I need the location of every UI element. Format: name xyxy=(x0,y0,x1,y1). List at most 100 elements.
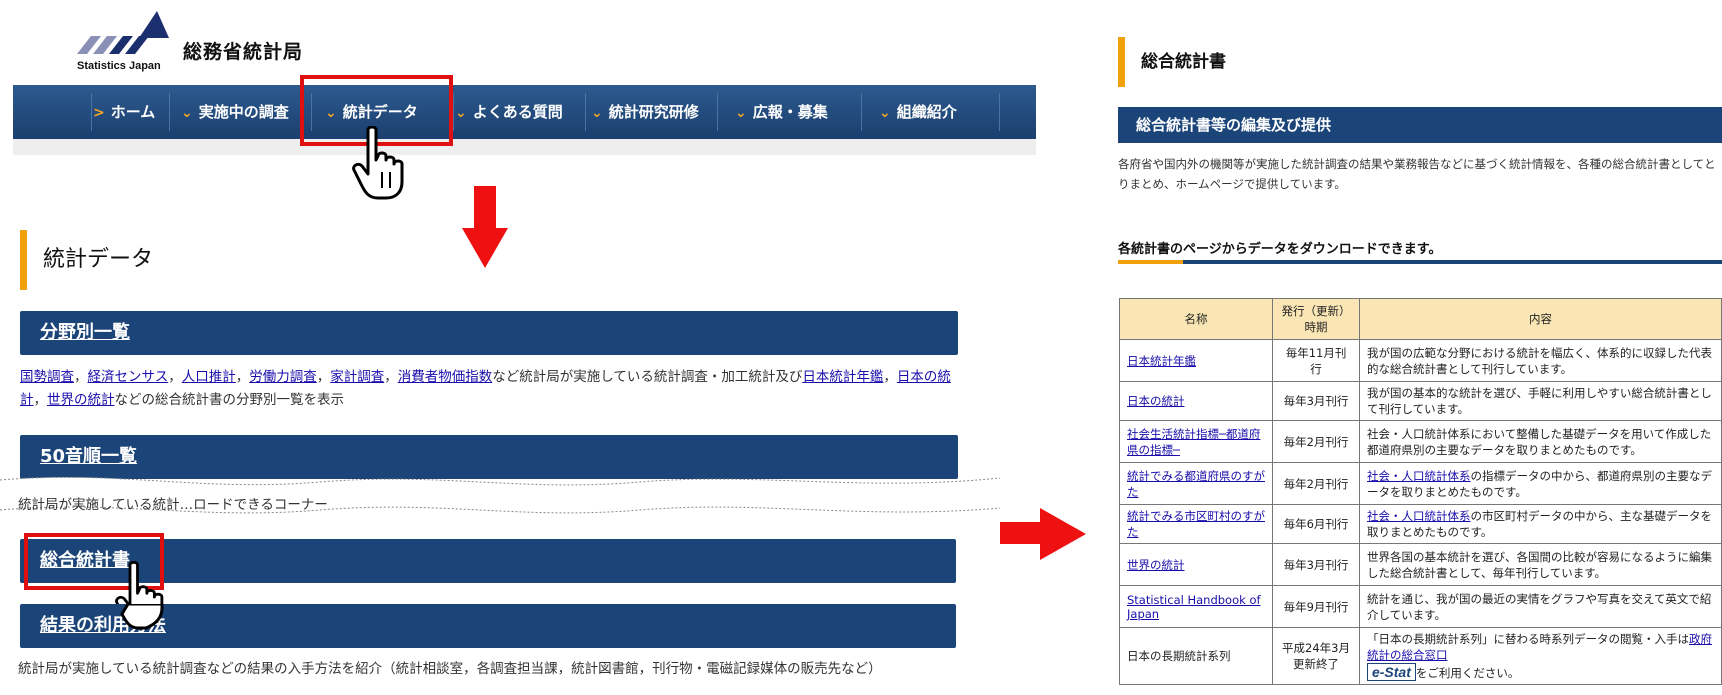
section-heading-by-field[interactable]: 分野別一覧 xyxy=(20,311,958,355)
table-cell-name: 統計でみる都道府県のすがた xyxy=(1118,462,1274,505)
link-family-income[interactable]: 家計調査 xyxy=(330,369,384,385)
chevron-right-icon: > xyxy=(93,105,105,121)
nav-divider xyxy=(717,93,718,131)
compendium-page-title: 総合統計書 xyxy=(1118,37,1226,87)
nav-label: 組織紹介 xyxy=(896,103,957,121)
chevron-down-icon: ⌄ xyxy=(735,105,747,121)
row-link[interactable]: 統計でみる都道府県のすがた xyxy=(1127,469,1265,499)
nav-label: ホーム xyxy=(110,103,156,121)
row-link[interactable]: 日本の統計 xyxy=(1127,394,1185,408)
section-desc-alphabetical: 統計局が実施している統計…ロードできるコーナー xyxy=(18,497,328,513)
chevron-down-icon: ⌄ xyxy=(181,105,193,121)
logo-mark-icon xyxy=(77,11,169,54)
nav-label: 広報・募集 xyxy=(752,103,828,121)
nav-item-faq[interactable]: ⌄ よくある質問 xyxy=(455,85,563,139)
table-cell-content: 我が国の広範な分野における統計を幅広く、体系的に収録した代表的な総合統計書として… xyxy=(1358,339,1722,382)
table-cell-freq: 毎年6月刊行 xyxy=(1272,504,1360,544)
col-header-content: 内容 xyxy=(1358,298,1722,340)
compendium-table: 名称 発行（更新）時期 内容 日本統計年鑑 毎年11月刊行 我が国の広範な分野に… xyxy=(1118,298,1722,685)
table-cell-name: 世界の統計 xyxy=(1118,543,1274,586)
nav-divider xyxy=(585,93,586,131)
hand-pointer-icon xyxy=(352,126,404,200)
nav-divider xyxy=(999,93,1000,131)
link-census[interactable]: 国勢調査 xyxy=(20,369,74,385)
main-nav: > ホーム ⌄ 実施中の調査 ⌄ 統計データ ⌄ よくある質問 ⌄ 統計研究研修 ⌄ 広報・… xyxy=(13,85,1036,139)
link-cpi[interactable]: 消費者物価指数 xyxy=(398,369,493,385)
link-world-statistics[interactable]: 世界の統計 xyxy=(47,392,115,408)
link-economic-census[interactable]: 経済センサス xyxy=(88,369,169,385)
right-arrow-icon xyxy=(1000,508,1086,560)
table-cell-content: 我が国の基本的な統計を選び、手軽に利用しやすい総合統計書として刊行しています。 xyxy=(1358,381,1722,421)
nav-label: よくある質問 xyxy=(472,103,563,121)
table-cell-name: Statistical Handbook of Japan xyxy=(1118,585,1274,628)
table-cell-freq: 毎年2月刊行 xyxy=(1272,462,1360,505)
table-cell-name: 社会生活統計指標─都道府県の指標─ xyxy=(1118,420,1274,463)
logo-text-ja: 総務省統計局 xyxy=(183,41,304,63)
row-link[interactable]: 日本統計年鑑 xyxy=(1127,354,1196,368)
nav-shadow xyxy=(13,139,1036,155)
table-row: 社会生活統計指標─都道府県の指標─ 毎年2月刊行 社会・人口統計体系において整備… xyxy=(1118,420,1722,463)
table-cell-name: 統計でみる市区町村のすがた xyxy=(1118,504,1274,544)
table-cell-content: 社会・人口統計体系の市区町村データの中から、主な基礎データを取りまとめたものです… xyxy=(1358,504,1722,544)
down-arrow-icon xyxy=(462,186,508,268)
section-desc-by-field: 国勢調査，経済センサス，人口推計，労働力調査，家計調査，消費者物価指数など統計局… xyxy=(20,369,951,408)
table-cell-content: 社会・人口統計体系の指標データの中から、都道府県別の主要なデータを取りまとめたも… xyxy=(1358,462,1722,505)
col-header-name: 名称 xyxy=(1118,298,1274,340)
content-link[interactable]: 社会・人口統計体系 xyxy=(1367,469,1471,483)
nav-item-ongoing-surveys[interactable]: ⌄ 実施中の調査 xyxy=(181,85,289,139)
hand-pointer-overlap xyxy=(120,604,164,630)
desc-text: など統計局が実施している統計調査・加工統計及び xyxy=(492,369,803,385)
row-link[interactable]: Statistical Handbook of Japan xyxy=(1127,593,1261,621)
compendium-bar: 総合統計書等の編集及び提供 xyxy=(1118,107,1722,143)
nav-divider xyxy=(861,93,862,131)
table-row: 統計でみる市区町村のすがた 毎年6月刊行 社会・人口統計体系の市区町村データの中… xyxy=(1118,504,1722,544)
subheading-underline xyxy=(1118,260,1722,264)
table-row: 統計でみる都道府県のすがた 毎年2月刊行 社会・人口統計体系の指標データの中から… xyxy=(1118,462,1722,505)
table-row: 日本統計年鑑 毎年11月刊行 我が国の広範な分野における統計を幅広く、体系的に収… xyxy=(1118,339,1722,382)
table-cell-content: 社会・人口統計体系において整備した基礎データを用いて作成した都道府県別の主要なデ… xyxy=(1358,420,1722,463)
table-cell-name: 日本統計年鑑 xyxy=(1118,339,1274,382)
table-cell-name: 日本の長期統計系列 xyxy=(1118,627,1274,685)
nav-item-pr-recruitment[interactable]: ⌄ 広報・募集 xyxy=(735,85,828,139)
table-row: 世界の統計 毎年3月刊行 世界各国の基本統計を選び、各国間の比較が容易になるよう… xyxy=(1118,543,1722,586)
table-cell-freq: 毎年9月刊行 xyxy=(1272,585,1360,628)
site-logo[interactable]: 総務省統計局 Statistics Japan xyxy=(77,8,317,74)
table-cell-freq: 毎年2月刊行 xyxy=(1272,420,1360,463)
estat-logo[interactable]: e-Stat xyxy=(1366,663,1416,681)
nav-item-home[interactable]: > ホーム xyxy=(93,85,155,139)
logo-text-en: Statistics Japan xyxy=(77,60,161,72)
table-cell-freq: 毎年3月刊行 xyxy=(1272,381,1360,421)
chevron-down-icon: ⌄ xyxy=(591,105,603,121)
link-population-estimates[interactable]: 人口推計 xyxy=(182,369,236,385)
page-title: 統計データ xyxy=(20,230,153,290)
nav-label: 実施中の調査 xyxy=(198,103,289,121)
chevron-down-icon: ⌄ xyxy=(879,105,891,121)
content-text: 「日本の長期統計系列」に替わる時系列データの閲覧・入手は xyxy=(1366,632,1689,646)
row-link[interactable]: 統計でみる市区町村のすがた xyxy=(1127,509,1265,539)
content-link[interactable]: 社会・人口統計体系 xyxy=(1367,509,1471,523)
col-header-period: 発行（更新）時期 xyxy=(1272,298,1360,340)
row-link[interactable]: 世界の統計 xyxy=(1127,558,1185,572)
nav-item-organization[interactable]: ⌄ 組織紹介 xyxy=(879,85,957,139)
nav-label: 統計研究研修 xyxy=(608,103,699,121)
table-cell-content: 統計を通じ、我が国の最近の実情をグラフや写真を交えて英文で紹介しています。 xyxy=(1358,585,1722,628)
section-desc-usage: 統計局が実施している統計調査などの結果の入手方法を紹介（統計相談室，各調査担当課… xyxy=(18,661,882,677)
nav-item-research-training[interactable]: ⌄ 統計研究研修 xyxy=(591,85,699,139)
link-labour-force[interactable]: 労働力調査 xyxy=(249,369,317,385)
nav-divider xyxy=(91,93,92,131)
table-row: 日本の長期統計系列 平成24年3月更新終了 「日本の長期統計系列」に替わる時系列… xyxy=(1118,627,1722,685)
table-cell-name: 日本の統計 xyxy=(1118,381,1274,421)
table-row: 日本の統計 毎年3月刊行 我が国の基本的な統計を選び、手軽に利用しやすい総合統計… xyxy=(1118,381,1722,421)
table-cell-content: 世界各国の基本統計を選び、各国間の比較が容易になるように編集した総合統計書として… xyxy=(1358,543,1722,586)
compendium-subheading: 各統計書のページからデータをダウンロードできます。 xyxy=(1118,242,1442,257)
row-link[interactable]: 社会生活統計指標─都道府県の指標─ xyxy=(1127,427,1260,457)
desc-text: などの総合統計書の分野別一覧を表示 xyxy=(114,392,345,408)
nav-divider xyxy=(453,93,454,131)
chevron-down-icon: ⌄ xyxy=(455,105,467,121)
nav-divider xyxy=(169,93,170,131)
table-header-row: 名称 発行（更新）時期 内容 xyxy=(1118,298,1722,340)
table-cell-freq: 毎年11月刊行 xyxy=(1272,339,1360,382)
link-statistical-yearbook[interactable]: 日本統計年鑑 xyxy=(802,369,883,385)
table-row: Statistical Handbook of Japan 毎年9月刊行 統計を… xyxy=(1118,585,1722,628)
compendium-desc: 各府省や国内外の機関等が実施した統計調査の結果や業務報告などに基づく統計情報を、… xyxy=(1118,157,1716,191)
